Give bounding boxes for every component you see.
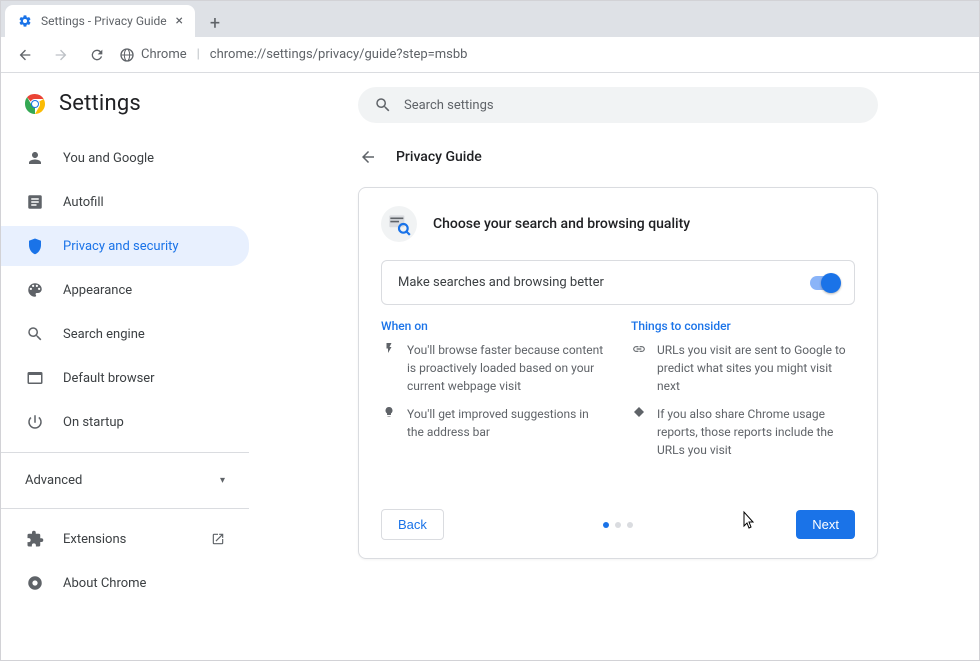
card-title: Choose your search and browsing quality [433, 216, 690, 232]
search-settings-input[interactable]: Search settings [358, 87, 878, 123]
page-title-row: Privacy Guide [358, 147, 878, 167]
new-tab-button[interactable]: + [201, 9, 229, 37]
chevron-down-icon: ▾ [220, 475, 225, 486]
shield-icon [25, 236, 45, 256]
bullet-text: You'll browse faster because content is … [407, 341, 605, 395]
sidebar-item-autofill[interactable]: Autofill [1, 182, 249, 222]
extension-icon [25, 529, 45, 549]
app-title: Settings [59, 91, 141, 116]
toggle-switch[interactable] [810, 276, 838, 290]
sidebar-item-label: Default browser [63, 371, 155, 386]
consider-heading: Things to consider [631, 319, 855, 333]
autofill-icon [25, 192, 45, 212]
step-dot [615, 522, 621, 528]
sidebar-item-appearance[interactable]: Appearance [1, 270, 249, 310]
search-icon [25, 324, 45, 344]
cursor-icon [738, 510, 758, 534]
bolt-icon [381, 341, 397, 395]
main-content: Search settings Privacy Guide Choose you… [257, 73, 979, 660]
sidebar: Settings You and Google Autofill Privacy… [1, 73, 257, 660]
step-indicator [603, 522, 633, 528]
sidebar-item-label: On startup [63, 415, 124, 430]
toggle-label: Make searches and browsing better [398, 275, 604, 290]
back-button[interactable]: Back [381, 509, 444, 540]
step-dot [627, 522, 633, 528]
page-title: Privacy Guide [396, 149, 482, 165]
sidebar-item-label: Search engine [63, 327, 145, 342]
diamond-icon [631, 405, 647, 459]
bullet-text: URLs you visit are sent to Google to pre… [657, 341, 855, 395]
chrome-icon [25, 573, 45, 593]
browser-icon [25, 368, 45, 388]
sidebar-item-label: Appearance [63, 283, 132, 298]
sidebar-item-label: About Chrome [63, 576, 146, 591]
open-external-icon [211, 532, 225, 546]
person-icon [25, 148, 45, 168]
url-scheme: Chrome [141, 47, 187, 62]
sidebar-item-on-startup[interactable]: On startup [1, 402, 249, 442]
tab-strip: Settings - Privacy Guide × + [1, 1, 979, 37]
sidebar-item-label: Privacy and security [63, 239, 179, 254]
next-button[interactable]: Next [796, 510, 855, 539]
when-on-heading: When on [381, 319, 605, 333]
bullet-text: If you also share Chrome usage reports, … [657, 405, 855, 459]
toggle-row[interactable]: Make searches and browsing better [381, 260, 855, 305]
sidebar-item-about-chrome[interactable]: About Chrome [1, 563, 249, 603]
sidebar-item-label: Autofill [63, 195, 104, 210]
close-icon[interactable]: × [176, 13, 183, 29]
sidebar-separator [1, 508, 249, 509]
search-browse-icon [381, 206, 417, 242]
sidebar-item-privacy-security[interactable]: Privacy and security [1, 226, 249, 266]
bulb-icon [381, 405, 397, 441]
gear-icon [17, 13, 33, 29]
sidebar-advanced-toggle[interactable]: Advanced ▾ [1, 463, 249, 498]
sidebar-item-extensions[interactable]: Extensions [1, 519, 249, 559]
nav-back-button[interactable] [11, 41, 39, 69]
power-icon [25, 412, 45, 432]
url-text: chrome://settings/privacy/guide?step=msb… [210, 47, 468, 62]
app-header: Settings [1, 91, 249, 138]
back-button[interactable] [358, 147, 378, 167]
advanced-label: Advanced [25, 473, 82, 488]
toolbar: Chrome | chrome://settings/privacy/guide… [1, 37, 979, 73]
palette-icon [25, 280, 45, 300]
step-dot-active [603, 522, 609, 528]
sidebar-item-default-browser[interactable]: Default browser [1, 358, 249, 398]
link-icon [631, 341, 647, 395]
chrome-logo-icon [23, 92, 47, 116]
nav-forward-button[interactable] [47, 41, 75, 69]
sidebar-item-label: You and Google [63, 151, 154, 166]
search-placeholder: Search settings [404, 98, 494, 113]
sidebar-item-label: Extensions [63, 532, 126, 547]
address-bar[interactable]: Chrome | chrome://settings/privacy/guide… [119, 47, 969, 63]
bullet-text: You'll get improved suggestions in the a… [407, 405, 605, 441]
nav-reload-button[interactable] [83, 41, 111, 69]
sidebar-item-search-engine[interactable]: Search engine [1, 314, 249, 354]
browser-tab[interactable]: Settings - Privacy Guide × [5, 5, 195, 37]
site-info-icon [119, 47, 135, 63]
search-icon [374, 96, 392, 114]
sidebar-separator [1, 452, 249, 453]
sidebar-item-you-and-google[interactable]: You and Google [1, 138, 249, 178]
privacy-guide-card: Choose your search and browsing quality … [358, 187, 878, 559]
tab-title: Settings - Privacy Guide [41, 14, 167, 28]
